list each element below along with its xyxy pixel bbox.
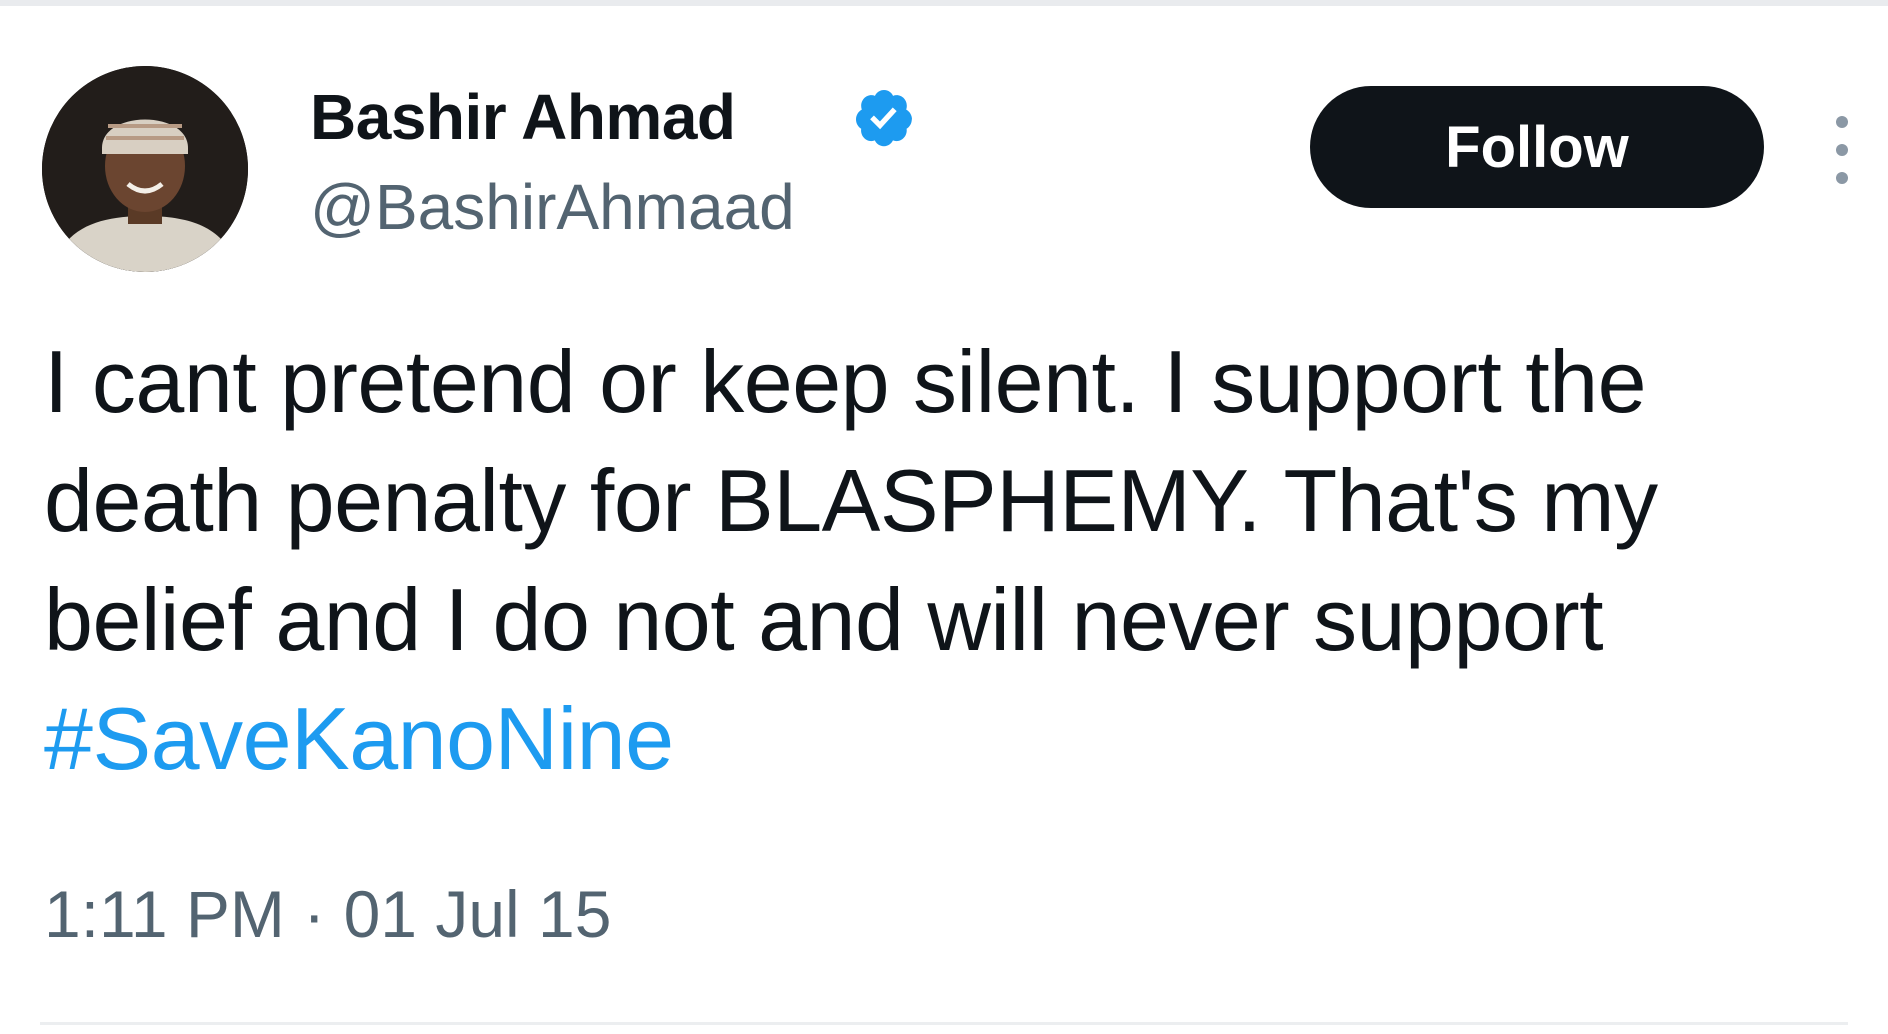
tweet-timestamp[interactable]: 1:11 PM · 01 Jul 15 bbox=[44, 876, 611, 952]
tweet-text-line: belief and I do not and will never suppo… bbox=[44, 570, 1604, 669]
tweet-time: 1:11 PM bbox=[44, 877, 285, 951]
bottom-divider bbox=[40, 1022, 1848, 1025]
follow-button[interactable]: Follow bbox=[1310, 86, 1764, 208]
verified-badge-icon bbox=[856, 90, 912, 147]
more-options-icon[interactable] bbox=[1828, 110, 1856, 190]
author-handle[interactable]: @BashirAhmaad bbox=[310, 170, 795, 244]
tweet-card: Bashir Ahmad @BashirAhmaad Follow I cant… bbox=[0, 0, 1888, 1034]
avatar[interactable] bbox=[42, 66, 248, 272]
timestamp-separator: · bbox=[303, 877, 326, 951]
tweet-text: I cant pretend or keep silent. I support… bbox=[44, 322, 1864, 798]
tweet-text-line: I cant pretend or keep silent. I support… bbox=[44, 332, 1647, 431]
hashtag-link[interactable]: #SaveKanoNine bbox=[44, 679, 1864, 798]
tweet-date: 01 Jul 15 bbox=[343, 877, 612, 951]
author-display-name[interactable]: Bashir Ahmad bbox=[310, 80, 736, 154]
tweet-text-line: death penalty for BLASPHEMY. That's my bbox=[44, 451, 1658, 550]
